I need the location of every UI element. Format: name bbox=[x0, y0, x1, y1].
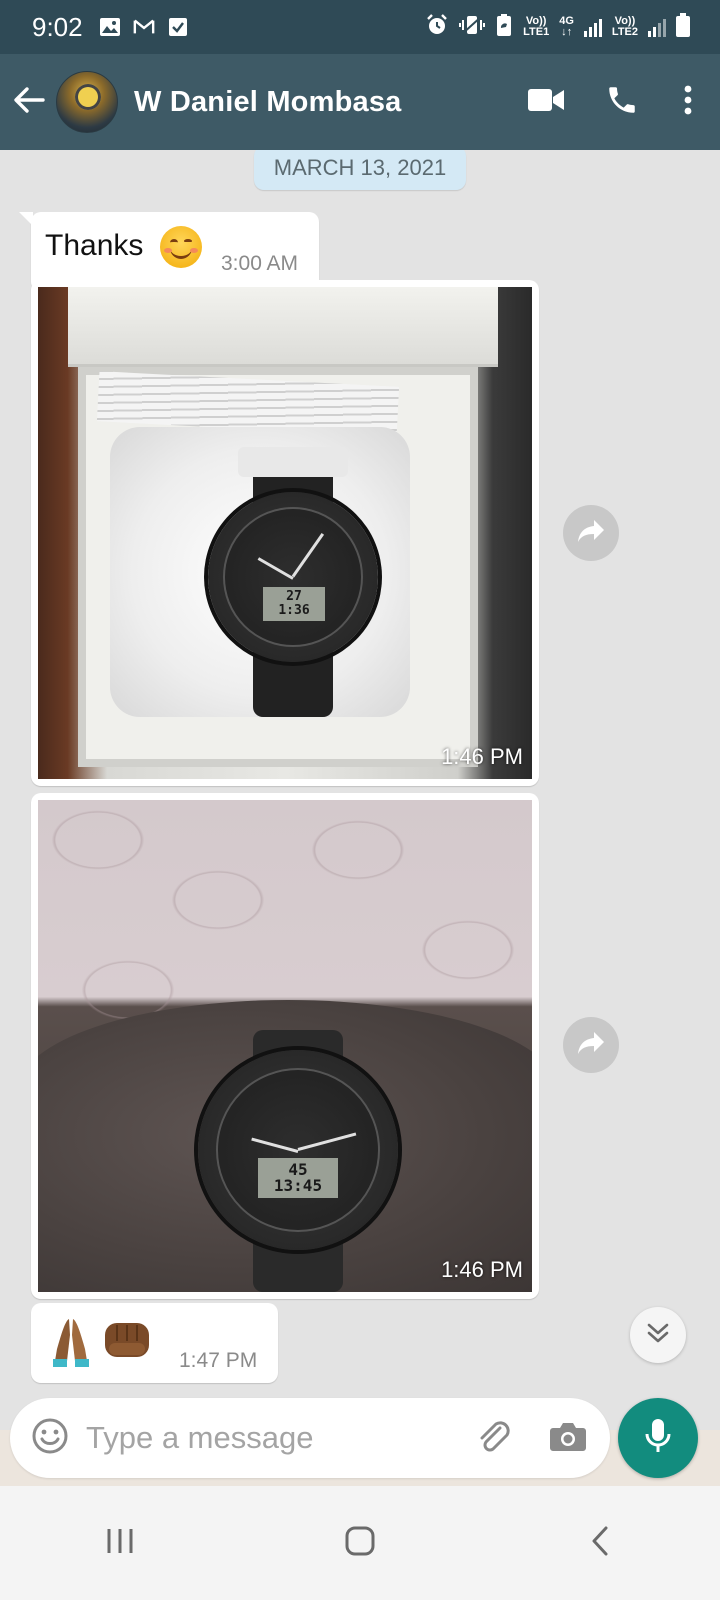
contact-name[interactable]: W Daniel Mombasa bbox=[134, 86, 401, 119]
microphone-icon bbox=[644, 1417, 672, 1460]
back-nav-button[interactable] bbox=[555, 1503, 645, 1583]
camera-button[interactable] bbox=[540, 1410, 596, 1466]
volte-lte1-icon: Vo)) LTE1 bbox=[523, 16, 549, 38]
header-actions bbox=[508, 54, 720, 150]
system-navigation-bar bbox=[0, 1486, 720, 1600]
chat-header: W Daniel Mombasa bbox=[0, 54, 720, 150]
battery-saver-icon bbox=[495, 13, 513, 42]
video-call-button[interactable] bbox=[508, 54, 584, 150]
watch-on-wrist-photo[interactable]: 45 13:45 bbox=[38, 800, 532, 1292]
signal-1-icon bbox=[583, 17, 602, 37]
video-call-icon bbox=[527, 87, 565, 118]
image-time: 1:46 PM bbox=[441, 744, 523, 769]
more-options-icon bbox=[684, 85, 692, 120]
network-4g-icon: 4G ↓↑ bbox=[559, 16, 574, 38]
recent-apps-icon bbox=[105, 1526, 135, 1561]
folded-hands-emoji-icon bbox=[49, 1315, 93, 1374]
back-button[interactable] bbox=[4, 54, 54, 150]
sim2-label-bottom: LTE2 bbox=[611, 26, 638, 38]
message-time: 3:00 AM bbox=[221, 252, 299, 275]
lcd-display: 45 13:45 bbox=[258, 1158, 338, 1198]
image-icon bbox=[99, 16, 121, 38]
status-right-icons: Vo)) LTE1 4G ↓↑ Vo)) LTE2 bbox=[425, 12, 690, 42]
volte-lte2-icon: Vo)) LTE2 bbox=[612, 16, 638, 38]
signal-2-icon bbox=[648, 17, 666, 37]
message-input[interactable] bbox=[86, 1420, 466, 1456]
voice-message-button[interactable] bbox=[618, 1398, 698, 1478]
contact-avatar[interactable] bbox=[56, 71, 118, 133]
smiling-face-emoji-icon bbox=[159, 226, 202, 268]
scroll-to-bottom-button[interactable] bbox=[630, 1307, 686, 1363]
camera-icon bbox=[549, 1420, 587, 1457]
back-arrow-icon bbox=[13, 86, 45, 119]
lcd-top: 27 bbox=[286, 589, 302, 604]
lcd-bottom: 13:45 bbox=[273, 1176, 323, 1195]
message-bubble-emojis[interactable]: 1:47 PM bbox=[31, 1303, 278, 1383]
more-options-button[interactable] bbox=[660, 54, 716, 150]
home-icon bbox=[344, 1525, 376, 1562]
status-time: 9:02 bbox=[32, 11, 83, 42]
home-button[interactable] bbox=[315, 1503, 405, 1583]
image-message-watch-box[interactable]: 27 1:36 1:46 PM bbox=[31, 280, 539, 786]
image-message-watch-wrist[interactable]: 45 13:45 1:46 PM bbox=[31, 793, 539, 1299]
sim1-label-bottom: LTE1 bbox=[523, 26, 550, 38]
voice-call-icon bbox=[605, 83, 639, 122]
attach-button[interactable] bbox=[466, 1410, 522, 1466]
chevron-left-icon bbox=[589, 1525, 611, 1562]
battery-icon bbox=[676, 12, 690, 42]
gmail-icon bbox=[133, 16, 155, 38]
recent-apps-button[interactable] bbox=[75, 1503, 165, 1583]
lcd-display: 27 1:36 bbox=[263, 587, 325, 621]
message-time: 1:47 PM bbox=[179, 1349, 258, 1372]
oncoming-fist-emoji-icon bbox=[101, 1317, 153, 1368]
emoji-button[interactable] bbox=[22, 1410, 78, 1466]
alarm-icon bbox=[425, 13, 449, 42]
forward-button[interactable] bbox=[563, 1017, 619, 1073]
forward-button[interactable] bbox=[563, 505, 619, 561]
forward-icon bbox=[576, 1030, 606, 1061]
checkbox-icon bbox=[167, 16, 189, 38]
network-label-bottom: ↓↑ bbox=[561, 26, 573, 38]
emoji-icon bbox=[31, 1417, 69, 1460]
message-text-row: Thanks bbox=[45, 226, 202, 268]
message-input-bar bbox=[10, 1398, 610, 1478]
status-bar: 9:02 Vo)) LTE1 4G ↓↑ Vo)) LTE2 bbox=[0, 0, 720, 54]
image-time: 1:46 PM bbox=[441, 1257, 523, 1282]
double-chevron-down-icon bbox=[646, 1322, 670, 1349]
voice-call-button[interactable] bbox=[584, 54, 660, 150]
lcd-bottom: 1:36 bbox=[278, 603, 310, 618]
message-text: Thanks bbox=[45, 228, 144, 262]
chat-area[interactable]: MARCH 13, 2021 Thanks 3:00 AM 27 1:36 1:… bbox=[0, 150, 720, 1430]
watch-in-box-photo[interactable]: 27 1:36 bbox=[38, 287, 532, 779]
paperclip-icon bbox=[474, 1416, 514, 1461]
vibrate-icon bbox=[459, 14, 486, 41]
forward-icon bbox=[576, 518, 606, 549]
date-chip: MARCH 13, 2021 bbox=[254, 150, 466, 190]
